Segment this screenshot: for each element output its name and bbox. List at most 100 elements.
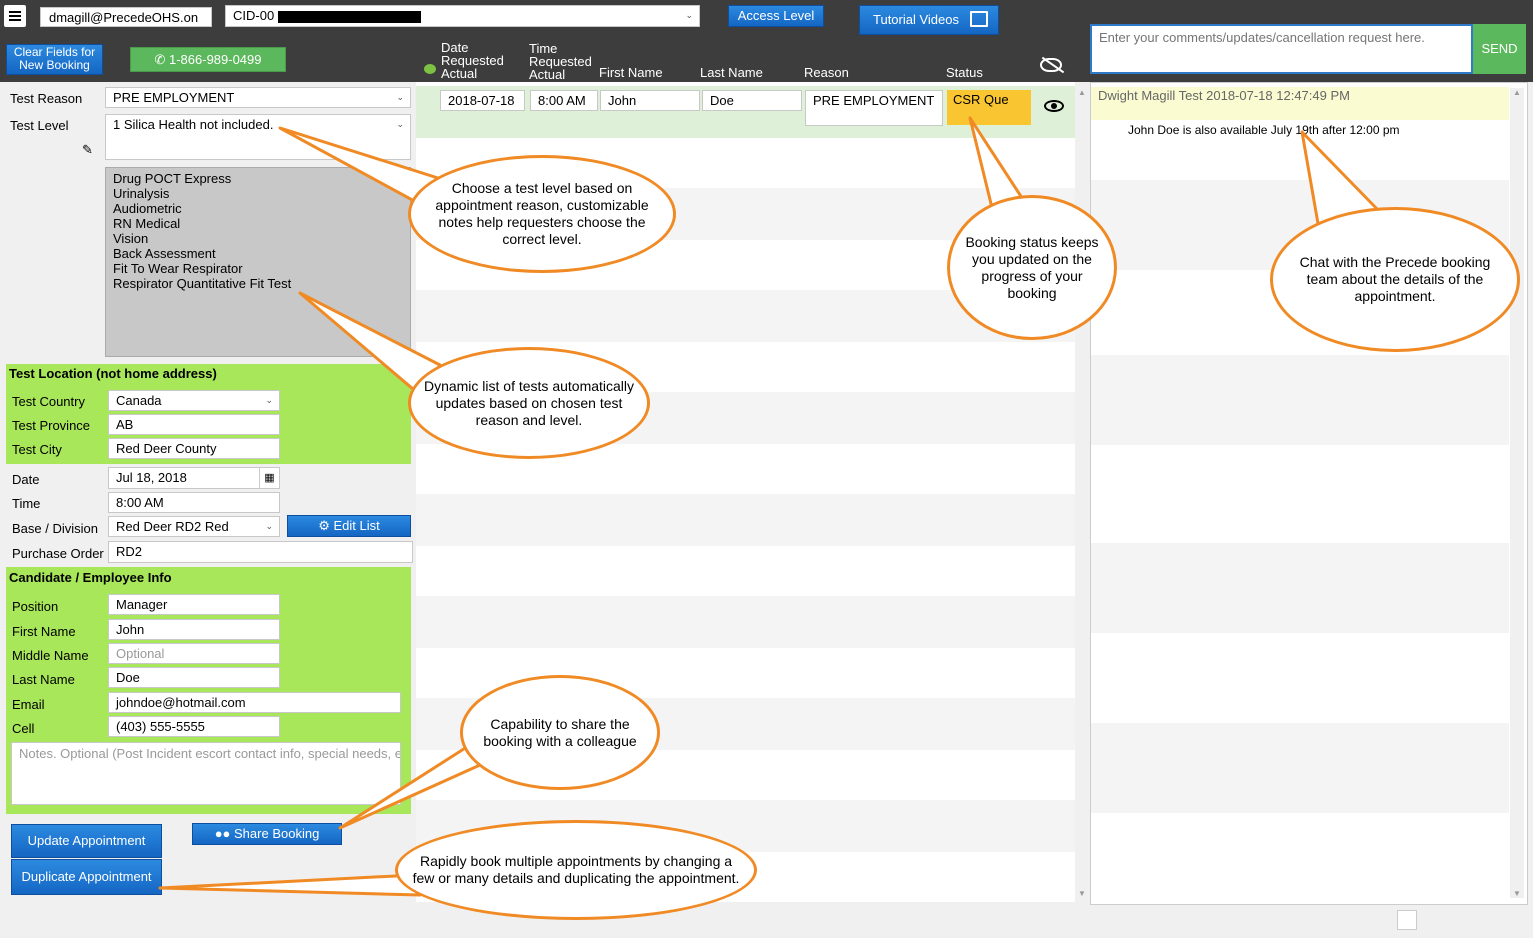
chevron-down-icon: ⌄: [265, 521, 273, 531]
email-field[interactable]: johndoe@hotmail.com: [108, 692, 401, 713]
test-list-item: Audiometric: [113, 201, 182, 216]
test-list-item: Back Assessment: [113, 246, 216, 261]
test-country-select[interactable]: Canada ⌄: [108, 390, 280, 411]
test-city-field[interactable]: Red Deer County: [108, 438, 280, 459]
header-last-name: Last Name: [700, 65, 763, 80]
test-province-field[interactable]: AB: [108, 414, 280, 435]
last-name-field[interactable]: Doe: [108, 667, 280, 688]
chevron-down-icon: ⌄: [685, 10, 693, 20]
row-reason: PRE EMPLOYMENT: [805, 90, 943, 126]
chat-scrollbar[interactable]: ▲ ▼: [1510, 88, 1524, 898]
callout-share: Capability to share the booking with a c…: [460, 675, 660, 790]
last-name-label: Last Name: [12, 672, 75, 687]
edit-pencil-icon[interactable]: ✎: [82, 142, 94, 157]
time-field[interactable]: 8:00 AM: [108, 492, 280, 513]
comment-indicator-icon: [424, 64, 436, 74]
tutorial-videos-label: Tutorial Videos: [873, 12, 959, 27]
test-list-item: Respirator Quantitative Fit Test: [113, 276, 292, 291]
test-list-item: Fit To Wear Respirator: [113, 261, 243, 276]
test-level-label: Test Level: [10, 118, 69, 133]
send-button[interactable]: SEND: [1473, 24, 1526, 74]
test-country-label: Test Country: [12, 394, 85, 409]
callout-status: Booking status keeps you updated on the …: [947, 195, 1117, 340]
header-date: Date Requested Actual: [441, 40, 504, 81]
header-time: Time Requested Actual: [529, 41, 592, 82]
test-city-label: Test City: [12, 442, 62, 457]
test-country-value: Canada: [116, 393, 162, 408]
phone-icon: ✆: [154, 52, 169, 67]
chevron-down-icon: ⌄: [265, 395, 273, 405]
middle-name-label: Middle Name: [12, 648, 89, 663]
test-location-title: Test Location (not home address): [9, 366, 217, 381]
tests-list: Drug POCT Express Urinalysis Audiometric RN…: [105, 167, 411, 357]
test-province-label: Test Province: [12, 418, 91, 433]
access-level-button[interactable]: Access Level: [728, 5, 824, 27]
cell-field[interactable]: (403) 555-5555: [108, 716, 280, 737]
phone-button[interactable]: ✆ 1-866-989-0499: [130, 47, 286, 72]
test-list-item: Vision: [113, 231, 149, 246]
scroll-up-icon[interactable]: ▲: [1513, 88, 1521, 97]
first-name-label: First Name: [12, 624, 76, 639]
first-name-field[interactable]: John: [108, 619, 280, 640]
test-list-item: Urinalysis: [113, 186, 170, 201]
date-label: Date: [12, 472, 40, 487]
purchase-order-field[interactable]: RD2: [108, 541, 413, 563]
candidate-title: Candidate / Employee Info: [9, 570, 172, 585]
comment-input[interactable]: [1090, 24, 1473, 74]
position-label: Position: [12, 599, 59, 614]
test-level-select[interactable]: 1 Silica Health not included. ⌄: [105, 114, 411, 160]
duplicate-appointment-button[interactable]: Duplicate Appointment: [11, 859, 162, 895]
clear-fields-button[interactable]: Clear Fields for New Booking: [6, 44, 103, 75]
test-reason-label: Test Reason: [10, 91, 83, 106]
row-last-name: Doe: [702, 90, 802, 111]
share-booking-button[interactable]: ●● Share Booking: [192, 823, 342, 845]
email-label: Email: [12, 697, 45, 712]
share-booking-label: Share Booking: [234, 826, 320, 841]
callout-chat: Chat with the Precede booking team about…: [1270, 207, 1520, 352]
users-icon: ●●: [214, 826, 235, 841]
header-reason: Reason: [804, 65, 849, 80]
menu-button[interactable]: [4, 5, 26, 27]
scroll-up-icon[interactable]: ▲: [1078, 88, 1086, 97]
resize-handle[interactable]: [1397, 910, 1417, 930]
scroll-down-icon[interactable]: ▼: [1513, 889, 1521, 898]
test-list-item: RN Medical: [113, 216, 181, 231]
hamburger-icon: [9, 15, 21, 17]
position-field[interactable]: Manager: [108, 594, 280, 615]
test-reason-value: PRE EMPLOYMENT: [113, 90, 235, 105]
view-eye-icon[interactable]: [1044, 100, 1064, 112]
callout-dynamic-list: Dynamic list of tests automatically upda…: [408, 347, 650, 459]
gear-icon: ⚙: [318, 518, 334, 533]
header-first-name: First Name: [599, 65, 663, 80]
scroll-down-icon[interactable]: ▼: [1078, 889, 1086, 898]
chat-panel: [1090, 82, 1528, 905]
cell-label: Cell: [12, 721, 35, 736]
cid-select[interactable]: CID-00 ⌄: [225, 5, 700, 27]
row-first-name: John: [600, 90, 700, 111]
status-badge: CSR Que: [947, 90, 1031, 125]
base-division-select[interactable]: Red Deer RD2 Red ⌄: [108, 516, 280, 537]
test-reason-select[interactable]: PRE EMPLOYMENT ⌄: [105, 87, 411, 108]
edit-list-button[interactable]: ⚙ Edit List: [287, 515, 411, 537]
chat-message: John Doe is also available July 19th aft…: [1128, 123, 1400, 137]
chevron-down-icon: ⌄: [396, 92, 404, 102]
row-time: 8:00 AM: [530, 90, 598, 111]
user-email-field[interactable]: dmagill@PrecedeOHS.on: [40, 7, 212, 27]
date-field[interactable]: Jul 18, 2018 ▦: [108, 467, 280, 489]
date-value: Jul 18, 2018: [116, 470, 187, 485]
tutorial-videos-button[interactable]: Tutorial Videos: [859, 5, 999, 35]
middle-name-field[interactable]: Optional: [108, 643, 280, 664]
test-list-item: Drug POCT Express: [113, 171, 232, 186]
notes-field[interactable]: Notes. Optional (Post Incident escort co…: [11, 742, 401, 805]
header-status: Status: [946, 65, 983, 80]
test-level-value: 1 Silica Health not included.: [113, 117, 274, 132]
base-division-value: Red Deer RD2 Red: [116, 519, 229, 534]
cid-redacted: [277, 10, 421, 23]
chevron-down-icon: ⌄: [396, 119, 404, 129]
calendar-icon[interactable]: ▦: [259, 468, 279, 488]
hide-columns-icon[interactable]: [1040, 56, 1065, 74]
callout-test-level: Choose a test level based on appointment…: [408, 155, 676, 273]
row-date: 2018-07-18: [440, 90, 525, 111]
update-appointment-button[interactable]: Update Appointment: [11, 824, 162, 858]
phone-label: 1-866-989-0499: [168, 52, 262, 67]
